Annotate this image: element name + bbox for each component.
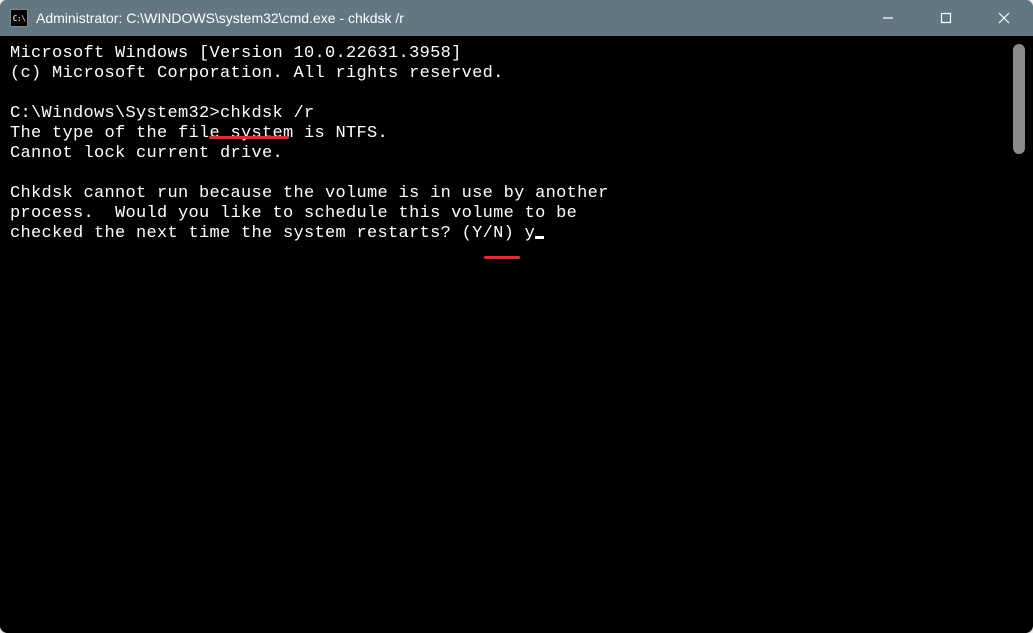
- minimize-button[interactable]: [859, 0, 917, 36]
- maximize-button[interactable]: [917, 0, 975, 36]
- annotation-underline-command: [209, 136, 289, 139]
- close-icon: [998, 12, 1010, 24]
- copyright-line: (c) Microsoft Corporation. All rights re…: [10, 64, 504, 83]
- output-line-msg2: process. Would you like to schedule this…: [10, 204, 577, 223]
- output-line-lock: Cannot lock current drive.: [10, 144, 283, 163]
- version-line: Microsoft Windows [Version 10.0.22631.39…: [10, 44, 462, 63]
- typed-command: chkdsk /r: [220, 104, 315, 123]
- maximize-icon: [940, 12, 952, 24]
- scrollbar[interactable]: [1011, 44, 1027, 625]
- cmd-icon: C:\: [10, 9, 28, 27]
- minimize-icon: [882, 12, 894, 24]
- window-title: Administrator: C:\WINDOWS\system32\cmd.e…: [36, 10, 859, 26]
- prompt-path: C:\Windows\System32>: [10, 104, 220, 123]
- close-button[interactable]: [975, 0, 1033, 36]
- scrollbar-thumb[interactable]: [1013, 44, 1025, 154]
- output-line-prompt: checked the next time the system restart…: [10, 224, 525, 243]
- output-line-fs: The type of the file system is NTFS.: [10, 124, 388, 143]
- terminal-area: Microsoft Windows [Version 10.0.22631.39…: [0, 36, 1033, 633]
- titlebar[interactable]: C:\ Administrator: C:\WINDOWS\system32\c…: [0, 0, 1033, 36]
- annotation-underline-response: [484, 256, 520, 259]
- text-cursor: [535, 236, 544, 239]
- command-prompt-window: C:\ Administrator: C:\WINDOWS\system32\c…: [0, 0, 1033, 633]
- output-line-msg1: Chkdsk cannot run because the volume is …: [10, 184, 609, 203]
- terminal-output[interactable]: Microsoft Windows [Version 10.0.22631.39…: [6, 42, 1011, 627]
- window-controls: [859, 0, 1033, 36]
- user-response: y: [525, 224, 536, 243]
